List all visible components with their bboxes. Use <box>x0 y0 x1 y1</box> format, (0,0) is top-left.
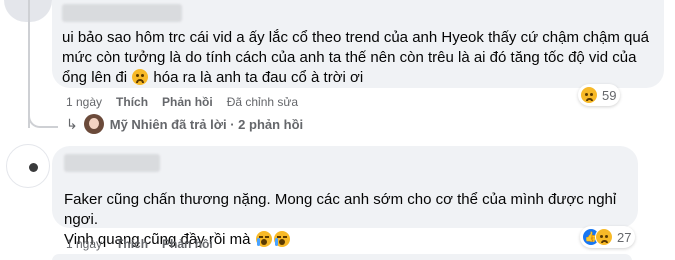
comment-thread: ui bảo sao hôm trc cái vid a ấy lắc cổ t… <box>0 0 675 260</box>
thread-connector-elbow <box>28 104 58 128</box>
edited-label: Đã chỉnh sửa <box>226 95 299 109</box>
comment-actions: 1 ngày Thích Phản hồi Đã chỉnh sửa <box>66 94 298 110</box>
author-name-redacted[interactable] <box>62 4 182 22</box>
sad-emoji-icon <box>132 69 149 85</box>
crying-emoji-icon <box>255 231 272 247</box>
replier-avatar <box>83 114 104 134</box>
comment-line: Faker cũng chấn thương nặng. Mong các an… <box>64 191 617 228</box>
next-comment-bubble <box>52 254 632 260</box>
reply-arrow-icon: ↳ <box>66 115 78 132</box>
comment-text: ui bảo sao hôm trc cái vid a ấy lắc cổ t… <box>62 28 662 88</box>
crying-emoji-icon <box>273 231 290 247</box>
reply-summary-text: Mỹ Nhiên đã trả lời · 2 phản hồi <box>109 116 304 132</box>
like-button[interactable]: Thích <box>116 94 148 110</box>
comment-time[interactable]: 1 ngày <box>66 236 102 252</box>
reaction-summary[interactable]: 59 <box>578 84 621 106</box>
comment-line: ui bảo sao hôm trc cái vid a ấy lắc cổ t… <box>62 29 650 46</box>
sad-reaction-icon <box>580 86 598 104</box>
reply-button[interactable]: Phản hồi <box>162 236 213 252</box>
sad-reaction-icon <box>595 228 613 246</box>
comment-time[interactable]: 1 ngày <box>66 94 102 110</box>
author-name-redacted[interactable] <box>64 154 160 172</box>
reply-button[interactable]: Phản hồi <box>162 94 213 110</box>
reaction-summary[interactable]: 👍 27 <box>580 226 636 248</box>
reaction-count: 27 <box>617 229 632 245</box>
comment-actions: 1 ngày Thích Phản hồi <box>66 236 213 252</box>
reaction-count: 59 <box>602 87 617 103</box>
like-button[interactable]: Thích <box>116 236 148 252</box>
comment-line: ổng lên đi hóa ra là anh ta đau cổ à trờ… <box>62 69 364 86</box>
view-replies-link[interactable]: ↳ Mỹ Nhiên đã trả lời · 2 phản hồi <box>66 114 303 134</box>
comment-line: mức còn tưởng là do tính cách của anh ta… <box>62 49 637 66</box>
commenter-avatar[interactable] <box>6 144 50 188</box>
